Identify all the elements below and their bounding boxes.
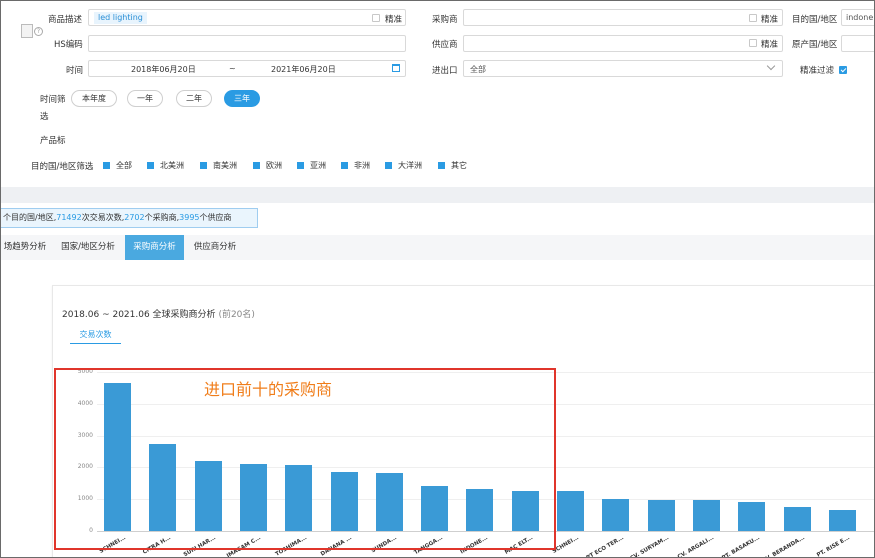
bar[interactable] (557, 491, 584, 531)
bar[interactable] (647, 499, 675, 531)
bar[interactable] (692, 500, 720, 531)
highlight-annotation: 进口前十的采购商 (204, 380, 333, 399)
bar[interactable] (828, 509, 856, 531)
bar[interactable] (783, 507, 811, 531)
bar[interactable] (602, 499, 630, 531)
bar[interactable] (738, 501, 766, 531)
